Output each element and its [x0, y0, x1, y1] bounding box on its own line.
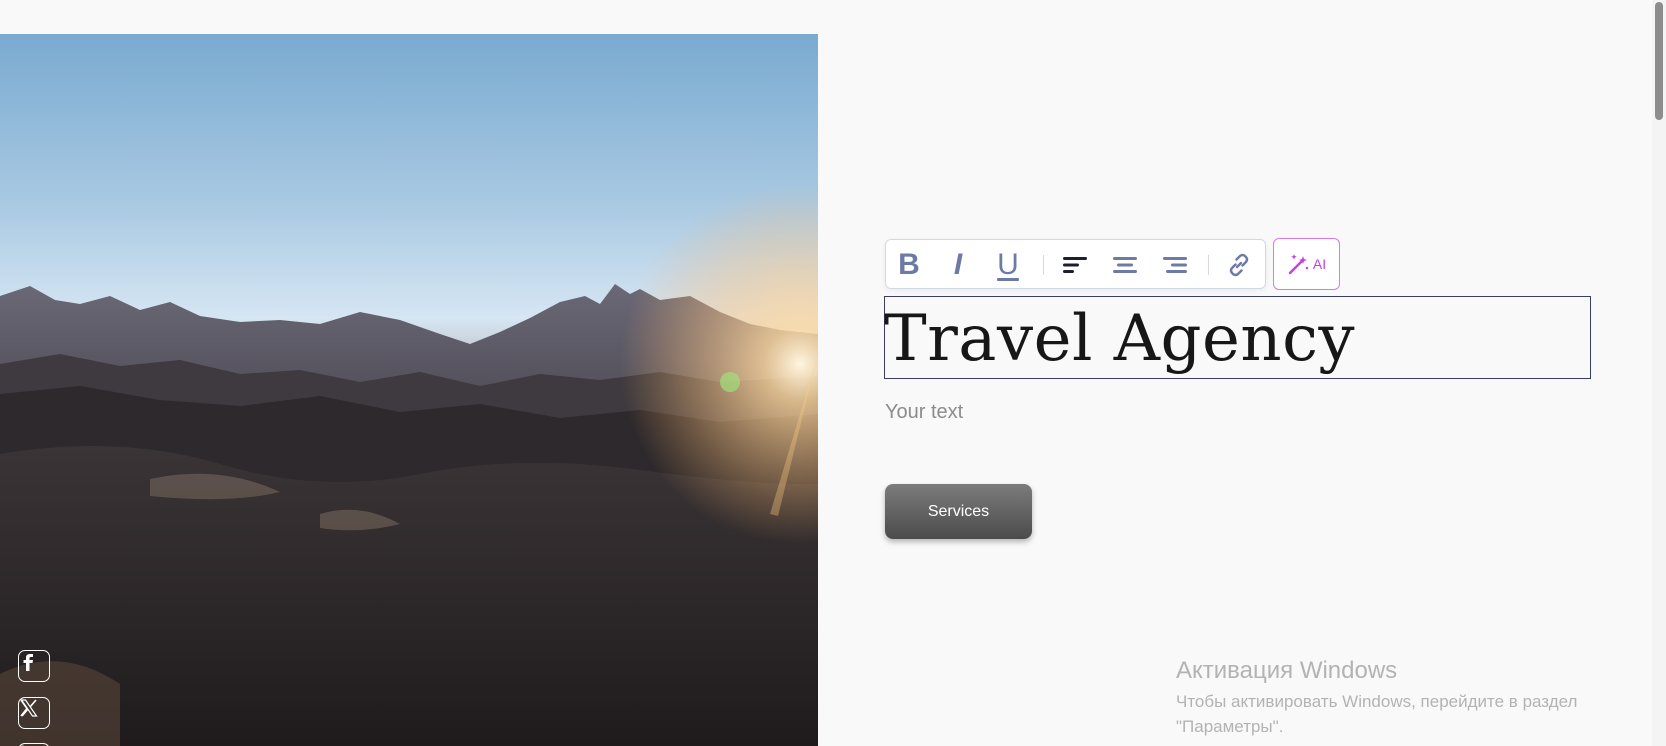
- x-icon[interactable]: [18, 697, 50, 729]
- scrollbar-thumb[interactable]: [1655, 2, 1663, 120]
- bold-button[interactable]: B: [886, 240, 932, 290]
- magic-wand-icon: [1288, 254, 1309, 275]
- services-button[interactable]: Services: [885, 484, 1032, 539]
- ai-label: AI: [1312, 256, 1327, 272]
- underline-icon: U: [997, 248, 1019, 281]
- align-left-button[interactable]: [1052, 240, 1098, 290]
- facebook-icon[interactable]: [18, 650, 50, 682]
- link-button[interactable]: [1216, 240, 1262, 290]
- windows-activation-text: Чтобы активировать Windows, перейдите в …: [1176, 692, 1578, 711]
- align-center-button[interactable]: [1102, 240, 1148, 290]
- bold-icon: B: [898, 248, 920, 281]
- link-icon: [1229, 253, 1249, 277]
- align-left-icon: [1063, 257, 1087, 273]
- italic-icon: I: [953, 248, 963, 281]
- hero-image: [0, 34, 818, 746]
- underline-button[interactable]: U: [985, 240, 1031, 290]
- windows-activation-text: "Параметры".: [1176, 717, 1284, 736]
- toolbar-divider: [1208, 255, 1209, 275]
- page-title[interactable]: Travel Agency: [884, 292, 1355, 386]
- windows-activation-title: Активация Windows: [1176, 657, 1398, 684]
- align-right-button[interactable]: [1152, 240, 1198, 290]
- formatting-toolbar: B I U: [885, 239, 1266, 289]
- italic-button[interactable]: I: [935, 240, 981, 290]
- landscape-illustration: [0, 34, 818, 746]
- align-center-icon: [1113, 257, 1137, 273]
- align-right-icon: [1163, 257, 1187, 273]
- subtitle-text[interactable]: Your text: [885, 401, 963, 424]
- ai-assist-button[interactable]: AI: [1273, 238, 1340, 290]
- scrollbar[interactable]: [1652, 0, 1666, 746]
- toolbar-divider: [1043, 255, 1044, 275]
